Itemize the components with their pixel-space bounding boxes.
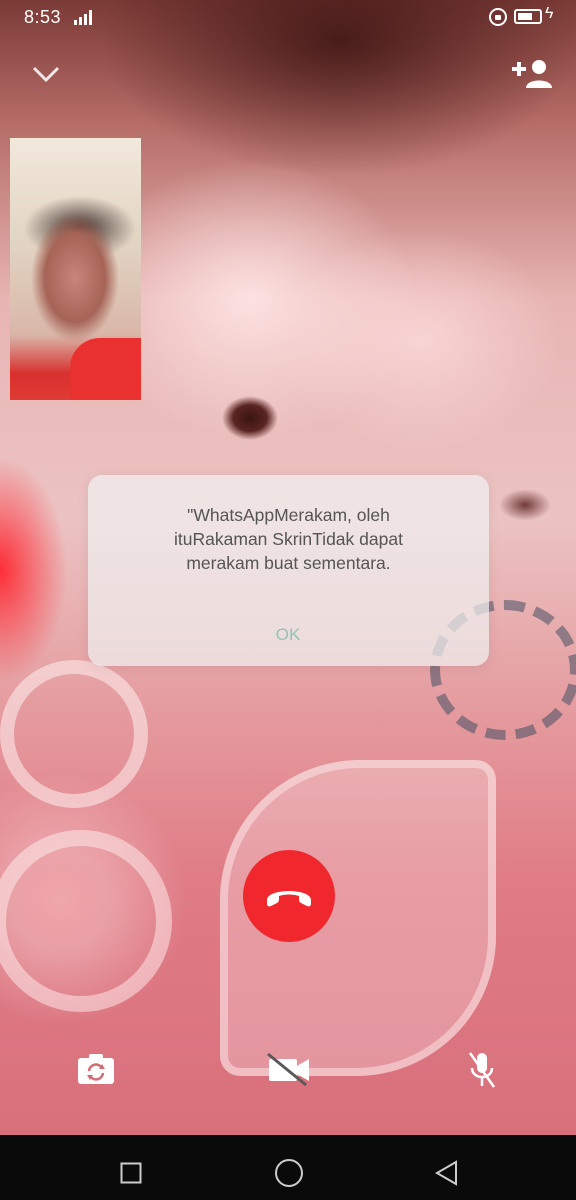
status-time: 8:53	[24, 7, 62, 27]
mic-off-icon[interactable]	[467, 1050, 497, 1090]
status-bar: 8:53 ϟ	[0, 0, 576, 34]
add-person-icon[interactable]	[510, 58, 554, 92]
charging-icon: ϟ	[545, 5, 554, 22]
video-eye-left	[205, 390, 300, 442]
phone-hangup-icon	[267, 891, 311, 907]
self-video-preview[interactable]	[10, 138, 141, 400]
camera-switch-icon[interactable]	[77, 1052, 115, 1086]
video-off-icon[interactable]	[266, 1052, 312, 1087]
video-pattern-ring	[0, 660, 148, 808]
video-pattern-ring	[0, 830, 172, 1012]
triangle-back-icon[interactable]	[434, 1160, 460, 1186]
rotation-lock-icon	[489, 8, 507, 26]
chevron-down-icon[interactable]	[30, 62, 62, 86]
dialog-message: "WhatsAppMerakam, oleh ituRakaman SkrinT…	[174, 505, 403, 573]
self-preview-shirt	[70, 338, 141, 400]
signal-icon	[74, 9, 96, 25]
end-call-button[interactable]	[243, 850, 335, 942]
circle-icon[interactable]	[274, 1158, 304, 1188]
square-icon[interactable]	[120, 1162, 142, 1184]
battery-icon	[514, 9, 542, 24]
ok-button[interactable]: OK	[238, 619, 338, 651]
video-eye-right	[490, 488, 560, 522]
screen-record-dialog: "WhatsAppMerakam, oleh ituRakaman SkrinT…	[88, 475, 489, 666]
